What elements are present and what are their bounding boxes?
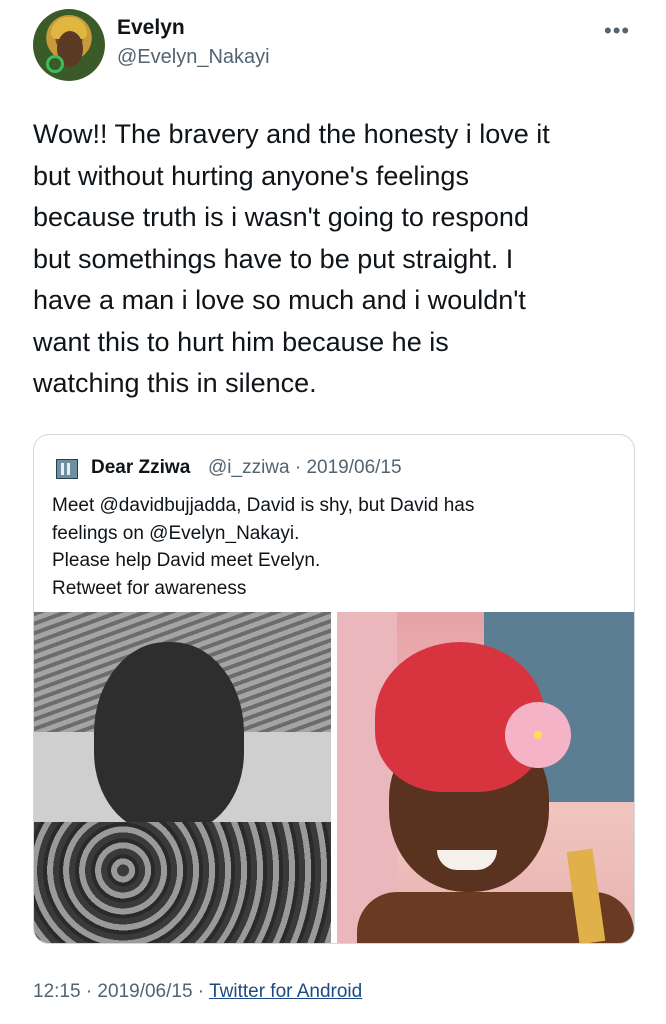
quoted-tweet[interactable]: Dear Zziwa @i_zziwa · 2019/06/15 Meet @d…: [33, 434, 635, 944]
author-avatar[interactable]: [33, 9, 105, 81]
photo-man-head: [94, 642, 244, 832]
author-name[interactable]: Evelyn: [117, 16, 185, 40]
tweet-timestamp[interactable]: 12:15 · 2019/06/15 ·: [33, 981, 209, 1002]
tweet-source-link[interactable]: Twitter for Android: [209, 981, 362, 1002]
building-icon: [56, 459, 78, 479]
flower-icon: [505, 702, 571, 768]
quoted-photo-man[interactable]: [34, 612, 331, 943]
quoted-author-meta: @i_zziwa · 2019/06/15: [208, 457, 402, 478]
quoted-photo-woman[interactable]: [337, 612, 634, 943]
more-horizontal-icon[interactable]: •••: [604, 18, 630, 44]
quoted-tweet-text: Meet @davidbujjadda, David is shy, but D…: [52, 495, 475, 599]
tweet-text: Wow!! The bravery and the honesty i love…: [33, 119, 550, 398]
tweet-footer: 12:15 · 2019/06/15 · Twitter for Android: [33, 981, 362, 1003]
photo-man-shirt: [34, 822, 331, 943]
quoted-author-name: Dear Zziwa: [91, 457, 191, 478]
author-handle[interactable]: @Evelyn_Nakayi: [117, 46, 270, 69]
avatar-earring: [46, 55, 64, 73]
